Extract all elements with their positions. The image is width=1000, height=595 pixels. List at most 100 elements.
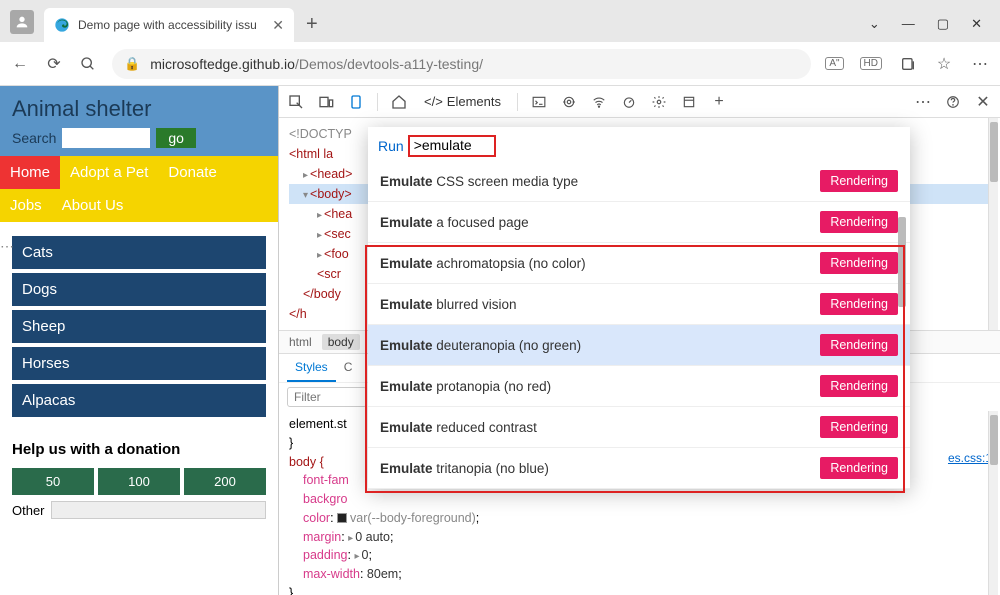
edge-icon bbox=[54, 17, 70, 33]
palette-item[interactable]: Emulate tritanopia (no blue)Rendering bbox=[368, 448, 910, 489]
rendering-badge: Rendering bbox=[820, 293, 898, 315]
minimize-button[interactable]: — bbox=[902, 16, 915, 32]
donate-100[interactable]: 100 bbox=[98, 468, 180, 495]
page-search-input[interactable] bbox=[62, 128, 150, 148]
menu-sheep[interactable]: Sheep bbox=[12, 310, 266, 343]
dom-head[interactable]: <head> bbox=[310, 167, 352, 181]
color-swatch[interactable] bbox=[337, 513, 347, 523]
devtools-toolbar: </>Elements + ⋯ ✕ bbox=[279, 86, 1000, 118]
elements-tab[interactable]: </>Elements bbox=[420, 94, 505, 109]
menu-dogs[interactable]: Dogs bbox=[12, 273, 266, 306]
memory-icon[interactable] bbox=[650, 93, 668, 111]
nav-adopt[interactable]: Adopt a Pet bbox=[60, 156, 158, 189]
dom-html-close: </h bbox=[289, 307, 307, 321]
browser-tab[interactable]: Demo page with accessibility issu ✕ bbox=[44, 8, 294, 42]
profile-avatar[interactable] bbox=[10, 10, 34, 34]
menu-horses[interactable]: Horses bbox=[12, 347, 266, 380]
search-icon[interactable] bbox=[78, 54, 98, 74]
rendering-badge: Rendering bbox=[820, 375, 898, 397]
sources-icon[interactable] bbox=[560, 93, 578, 111]
dom-header[interactable]: <hea bbox=[324, 207, 352, 221]
device-toggle-icon[interactable] bbox=[347, 93, 365, 111]
console-icon[interactable] bbox=[530, 93, 548, 111]
palette-item[interactable]: Emulate protanopia (no red)Rendering bbox=[368, 366, 910, 407]
welcome-icon[interactable] bbox=[390, 93, 408, 111]
menu-cats[interactable]: Cats bbox=[12, 236, 266, 269]
lock-icon: 🔒 bbox=[124, 56, 140, 72]
donate-50[interactable]: 50 bbox=[12, 468, 94, 495]
refresh-button[interactable]: ⟳ bbox=[44, 54, 64, 74]
url-text: microsoftedge.github.io/Demos/devtools-a… bbox=[150, 56, 483, 72]
palette-item[interactable]: Emulate reduced contrastRendering bbox=[368, 407, 910, 448]
crumb-html[interactable]: html bbox=[289, 335, 312, 349]
devtools-close-icon[interactable]: ✕ bbox=[974, 93, 992, 111]
palette-item[interactable]: Emulate blurred visionRendering bbox=[368, 284, 910, 325]
palette-item[interactable]: Emulate deuteranopia (no green)Rendering bbox=[368, 325, 910, 366]
more-tools-icon[interactable]: ⋯ bbox=[914, 93, 932, 111]
dom-body[interactable]: <body> bbox=[310, 187, 352, 201]
search-label: Search bbox=[12, 130, 56, 146]
window-titlebar: Demo page with accessibility issu ✕ + ⌄ … bbox=[0, 0, 1000, 42]
application-icon[interactable] bbox=[680, 93, 698, 111]
nav-home[interactable]: Home bbox=[0, 156, 60, 189]
more-tabs-icon[interactable]: + bbox=[710, 93, 728, 111]
tab-close-icon[interactable]: ✕ bbox=[272, 17, 284, 34]
maximize-button[interactable]: ▢ bbox=[937, 16, 949, 32]
chevron-down-icon[interactable]: ⌄ bbox=[869, 16, 880, 32]
crumb-body[interactable]: body bbox=[322, 334, 360, 350]
rendering-badge: Rendering bbox=[820, 252, 898, 274]
dom-html[interactable]: <html la bbox=[289, 147, 333, 161]
hd-badge[interactable]: HD bbox=[860, 57, 882, 70]
primary-nav: Home Adopt a Pet Donate Jobs About Us bbox=[0, 156, 278, 222]
page-title: Animal shelter bbox=[12, 96, 266, 122]
tab-styles[interactable]: Styles bbox=[287, 354, 336, 382]
page-header: Animal shelter Search go bbox=[0, 86, 278, 156]
other-label: Other bbox=[12, 503, 45, 518]
dom-highlight-dots: ⋯ bbox=[0, 238, 14, 255]
donate-200[interactable]: 200 bbox=[184, 468, 266, 495]
performance-icon[interactable] bbox=[620, 93, 638, 111]
source-link[interactable]: es.css:1 bbox=[948, 449, 992, 467]
palette-input-highlight bbox=[408, 135, 496, 157]
window-controls: ⌄ — ▢ ✕ bbox=[869, 16, 1000, 42]
palette-input[interactable] bbox=[414, 137, 490, 153]
nav-about[interactable]: About Us bbox=[52, 189, 134, 222]
other-amount-input[interactable] bbox=[51, 501, 266, 519]
favorite-icon[interactable]: ☆ bbox=[934, 54, 954, 74]
new-tab-button[interactable]: + bbox=[306, 13, 318, 36]
rendering-badge: Rendering bbox=[820, 416, 898, 438]
rendering-badge: Rendering bbox=[820, 457, 898, 479]
palette-item[interactable]: Emulate CSS screen media typeRendering bbox=[368, 161, 910, 202]
donation-section: Help us with a donation 50 100 200 Other bbox=[0, 435, 278, 525]
dom-section[interactable]: <sec bbox=[324, 227, 351, 241]
rendering-badge: Rendering bbox=[820, 334, 898, 356]
tab-computed[interactable]: C bbox=[336, 354, 361, 382]
reading-badge[interactable]: A" bbox=[825, 57, 843, 70]
address-field[interactable]: 🔒 microsoftedge.github.io/Demos/devtools… bbox=[112, 49, 811, 79]
command-palette: Run Emulate CSS screen media typeRenderi… bbox=[368, 127, 910, 489]
network-icon[interactable] bbox=[590, 93, 608, 111]
collections-icon[interactable] bbox=[898, 54, 918, 74]
run-label: Run bbox=[378, 138, 404, 154]
menu-alpacas[interactable]: Alpacas bbox=[12, 384, 266, 417]
dom-script[interactable]: <scr bbox=[317, 267, 341, 281]
rendering-badge: Rendering bbox=[820, 211, 898, 233]
dom-body-close: </body bbox=[303, 287, 341, 301]
animal-menu: Cats Dogs Sheep Horses Alpacas bbox=[0, 222, 278, 435]
donation-heading: Help us with a donation bbox=[12, 441, 266, 458]
close-window-button[interactable]: ✕ bbox=[971, 16, 982, 32]
nav-donate[interactable]: Donate bbox=[158, 156, 226, 189]
styles-filter-input[interactable] bbox=[287, 387, 367, 407]
rendering-badge: Rendering bbox=[820, 170, 898, 192]
inspect-icon[interactable] bbox=[287, 93, 305, 111]
go-button[interactable]: go bbox=[156, 128, 196, 148]
palette-scrollbar[interactable] bbox=[898, 167, 908, 487]
menu-icon[interactable]: ⋯ bbox=[970, 54, 990, 74]
back-button[interactable]: ← bbox=[10, 54, 30, 74]
dom-footer[interactable]: <foo bbox=[324, 247, 349, 261]
palette-item[interactable]: Emulate a focused pageRendering bbox=[368, 202, 910, 243]
help-icon[interactable] bbox=[944, 93, 962, 111]
palette-item[interactable]: Emulate achromatopsia (no color)Renderin… bbox=[368, 243, 910, 284]
url-bar: ← ⟳ 🔒 microsoftedge.github.io/Demos/devt… bbox=[0, 42, 1000, 86]
device-list-icon[interactable] bbox=[317, 93, 335, 111]
